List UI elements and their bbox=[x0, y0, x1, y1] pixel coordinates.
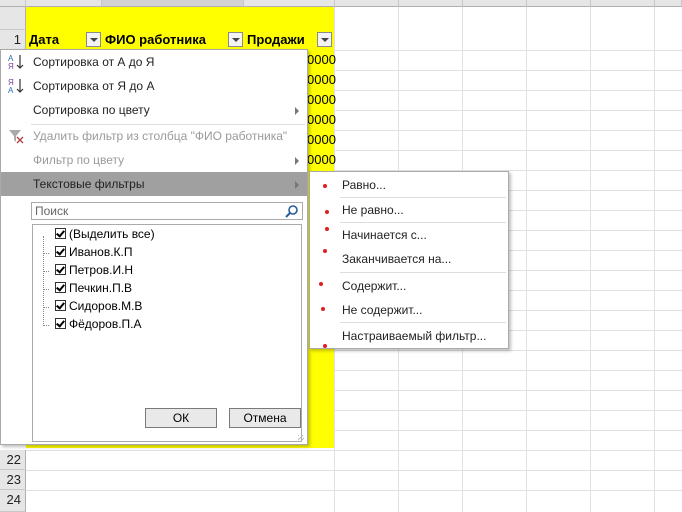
header-cell-employee[interactable]: ФИО работника bbox=[105, 30, 206, 50]
sales-cell[interactable]: 0000 bbox=[307, 150, 336, 170]
column-header-a[interactable] bbox=[26, 0, 102, 7]
sort-descending-item[interactable]: ЯА Сортировка от Я до А bbox=[1, 74, 307, 98]
filter-dropdown-button-date[interactable] bbox=[86, 32, 101, 47]
row-header-24[interactable]: 24 bbox=[0, 490, 26, 512]
submenu-arrow-icon bbox=[295, 157, 299, 165]
filter-by-color-item[interactable]: Фильтр по цвету bbox=[1, 148, 307, 172]
column-header-b[interactable] bbox=[102, 0, 244, 7]
svg-text:Я: Я bbox=[8, 62, 14, 71]
filter-begins-with-item[interactable]: Начинается с... bbox=[342, 225, 427, 245]
submenu-arrow-icon bbox=[295, 107, 299, 115]
sales-cell[interactable]: 0000 bbox=[307, 90, 336, 110]
checkbox[interactable] bbox=[55, 318, 66, 329]
column-header-f[interactable] bbox=[463, 0, 527, 7]
filter-search-input[interactable]: Поиск bbox=[31, 202, 303, 220]
filter-not-contains-item[interactable]: Не содержит... bbox=[342, 300, 422, 320]
row-header-23[interactable]: 23 bbox=[0, 470, 26, 490]
checkbox[interactable] bbox=[55, 300, 66, 311]
marker-dot bbox=[323, 184, 327, 188]
sort-ascending-icon: АЯ bbox=[7, 53, 25, 71]
row-header-1[interactable]: 1 bbox=[0, 30, 26, 50]
column-header[interactable] bbox=[0, 0, 26, 7]
autofilter-menu: АЯ Сортировка от А до Я ЯА Сортировка от… bbox=[0, 49, 308, 445]
filter-not-equals-item[interactable]: Не равно... bbox=[342, 200, 404, 220]
column-header-c[interactable] bbox=[244, 0, 335, 7]
text-filters-submenu: Равно... Не равно... Начинается с... Зак… bbox=[309, 171, 509, 349]
column-header-g[interactable] bbox=[527, 0, 591, 7]
marker-dot bbox=[323, 344, 327, 348]
filter-contains-item[interactable]: Содержит... bbox=[342, 276, 406, 296]
svg-text:А: А bbox=[8, 86, 14, 95]
filter-ends-with-item[interactable]: Заканчивается на... bbox=[342, 249, 451, 269]
marker-dot bbox=[325, 210, 329, 214]
text-filters-item[interactable]: Текстовые фильтры bbox=[1, 172, 307, 196]
marker-dot bbox=[319, 282, 323, 286]
sales-cell[interactable]: 0000 bbox=[307, 50, 336, 70]
clear-filter-item[interactable]: Удалить фильтр из столбца "ФИО работника… bbox=[1, 124, 307, 148]
sales-cell[interactable]: 0000 bbox=[307, 110, 336, 130]
sort-ascending-item[interactable]: АЯ Сортировка от А до Я bbox=[1, 50, 307, 74]
custom-filter-item[interactable]: Настраиваемый фильтр... bbox=[342, 326, 486, 346]
row-header[interactable] bbox=[0, 7, 26, 30]
header-cell-date[interactable]: Дата bbox=[29, 30, 59, 50]
search-placeholder: Поиск bbox=[35, 204, 69, 218]
marker-dot bbox=[325, 227, 329, 231]
submenu-arrow-icon bbox=[295, 181, 299, 189]
sales-cell[interactable]: 0000 bbox=[307, 70, 336, 90]
search-icon[interactable] bbox=[284, 204, 300, 219]
clear-filter-icon bbox=[7, 127, 25, 145]
ok-button[interactable]: ОК bbox=[145, 408, 217, 428]
checkbox[interactable] bbox=[55, 264, 66, 275]
column-header-e[interactable] bbox=[399, 0, 463, 7]
header-cell-sales[interactable]: Продажи bbox=[247, 30, 305, 50]
column-header-i[interactable] bbox=[655, 0, 682, 7]
checkbox[interactable] bbox=[55, 228, 66, 239]
checkbox[interactable] bbox=[55, 246, 66, 257]
marker-dot bbox=[323, 249, 327, 253]
sales-cell[interactable]: 0000 bbox=[307, 130, 336, 150]
filter-dropdown-button-sales[interactable] bbox=[317, 32, 332, 47]
marker-dot bbox=[321, 307, 325, 311]
row-header-22[interactable]: 22 bbox=[0, 450, 26, 470]
filter-dropdown-button-employee[interactable] bbox=[228, 32, 243, 47]
filter-equals-item[interactable]: Равно... bbox=[342, 175, 386, 195]
sort-by-color-item[interactable]: Сортировка по цвету bbox=[1, 98, 307, 122]
column-header-d[interactable] bbox=[335, 0, 399, 7]
cancel-button[interactable]: Отмена bbox=[229, 408, 301, 428]
column-header-h[interactable] bbox=[591, 0, 655, 7]
checkbox[interactable] bbox=[55, 282, 66, 293]
sort-descending-icon: ЯА bbox=[7, 77, 25, 95]
resize-grip-icon[interactable] bbox=[298, 435, 304, 441]
